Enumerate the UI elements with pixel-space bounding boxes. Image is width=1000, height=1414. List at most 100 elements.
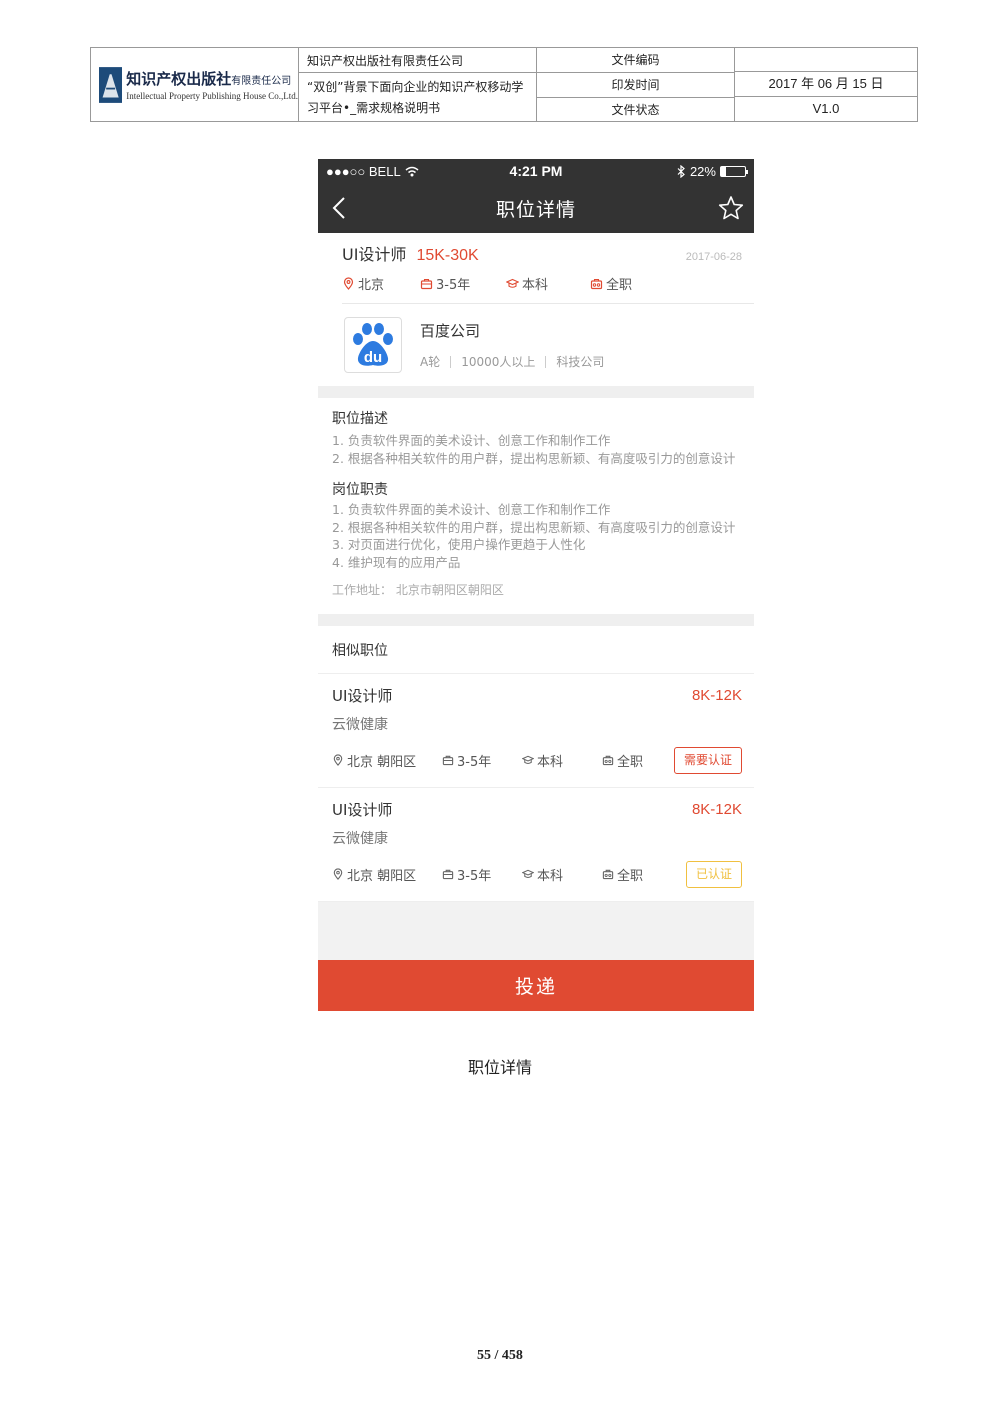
- nav-title: 职位详情: [495, 198, 576, 221]
- company-meta: A轮 10000人以上 科技公司: [420, 353, 604, 370]
- duties-title: 岗位职责: [332, 482, 388, 498]
- tag-city: 北京: [342, 274, 420, 293]
- location-pin-icon: [343, 276, 354, 290]
- job-post-date: 2017-06-28: [685, 251, 742, 263]
- job-title: UI设计师: [342, 245, 407, 264]
- duty-line: 4. 维护现有的应用产品: [332, 554, 461, 570]
- svg-text:du: du: [364, 349, 382, 366]
- description-title: 职位描述: [332, 411, 388, 427]
- document-header-table: 知识产权出版社有限责任公司 Intellectual Property Publ…: [90, 47, 918, 122]
- similar-tag-experience: 3-5年: [442, 865, 522, 884]
- carrier-signal: ●●●○○ BELL: [326, 163, 401, 179]
- label-doc-code: 文件编码: [537, 48, 734, 73]
- separator: [545, 355, 547, 368]
- tag-education: 本科: [506, 274, 590, 293]
- similar-job-title: UI设计师: [332, 686, 393, 705]
- page-number: 55 / 458: [477, 1348, 523, 1363]
- similar-experience-label: 3-5年: [457, 754, 492, 770]
- similar-tag-location: 北京 朝阳区: [332, 751, 442, 770]
- certification-required-badge[interactable]: 需要认证: [673, 746, 742, 774]
- similar-job-item[interactable]: UI设计师 8K-12K 云微健康 北京 朝阳区 3-5年 本科 全职 需要认证: [318, 674, 754, 788]
- similar-location-label: 北京 朝阳区: [347, 868, 417, 884]
- job-salary: 15K-30K: [416, 247, 479, 264]
- graduation-cap-icon: [506, 278, 519, 288]
- favorite-star-icon[interactable]: [718, 195, 744, 221]
- similar-education-label: 本科: [537, 754, 564, 770]
- baidu-paw-logo-icon: du: [353, 323, 393, 366]
- job-description-section: 职位描述 1. 负责软件界面的美术设计、创意工作和制作工作 2. 根据各种相关软…: [318, 398, 754, 614]
- tag-type: 全职: [590, 274, 632, 293]
- similar-job-item[interactable]: UI设计师 8K-12K 云微健康 北京 朝阳区 3-5年 本科 全职 已认证: [318, 788, 754, 902]
- similar-job-company: 云微健康: [332, 831, 388, 847]
- nav-bar: 职位详情: [318, 183, 754, 233]
- description-line: 2. 根据各种相关软件的用户群，提出构思新颖、有高度吸引力的创意设计: [332, 450, 736, 466]
- label-doc-status: 文件状态: [611, 103, 660, 117]
- similar-experience-label: 3-5年: [457, 868, 492, 884]
- status-bar: ●●●○○ BELL 4:21 PM 22%: [318, 159, 754, 183]
- location-pin-icon: [333, 754, 343, 766]
- battery-level: [720, 166, 727, 176]
- section-gap: [318, 614, 754, 626]
- value-doc-code: [735, 48, 917, 72]
- company-stage: A轮: [420, 355, 441, 369]
- section-gap: [318, 386, 754, 398]
- similar-tag-location: 北京 朝阳区: [332, 865, 442, 884]
- work-bag-icon: [602, 869, 614, 880]
- similar-tag-type: 全职: [602, 865, 643, 884]
- work-bag-icon: [602, 755, 614, 766]
- tag-type-label: 全职: [606, 277, 633, 293]
- company-card[interactable]: du 百度公司 A轮 10000人以上 科技公司: [318, 304, 754, 386]
- separator: [450, 355, 452, 368]
- wifi-icon: [405, 166, 419, 176]
- similar-jobs-title: 相似职位: [318, 626, 754, 674]
- logo-english-name: Intellectual Property Publishing House C…: [126, 91, 298, 101]
- work-bag-icon: [590, 278, 603, 289]
- duty-line: 1. 负责软件界面的美术设计、创意工作和制作工作: [332, 502, 611, 517]
- duty-line: 3. 对页面进行优化，使用户操作更趋于人性化: [332, 537, 586, 552]
- header-doc-title: “双创”背景下面向企业的知识产权移动学习平台•_需求规格说明书: [307, 80, 524, 115]
- header-company-name: 知识产权出版社有限责任公司: [299, 48, 536, 73]
- company-name: 百度公司: [420, 322, 481, 340]
- logo-chinese-name: 知识产权出版社: [126, 70, 232, 88]
- back-arrow-icon[interactable]: [328, 195, 352, 221]
- publisher-emblem-icon: [99, 66, 123, 103]
- tag-experience: 3-5年: [420, 274, 506, 293]
- value-issue-date: 2017 年 06 月 15 日: [735, 72, 917, 97]
- similar-education-label: 本科: [537, 868, 564, 884]
- company-size: 10000人以上: [461, 355, 536, 369]
- figure-caption: 职位详情: [467, 1058, 532, 1077]
- briefcase-icon: [420, 278, 433, 289]
- logo-chinese-suffix: 有限责任公司: [231, 76, 292, 87]
- graduation-cap-icon: [522, 755, 534, 764]
- bluetooth-icon: [677, 164, 685, 178]
- similar-location-label: 北京 朝阳区: [347, 754, 417, 770]
- job-tags: 北京 3-5年 本科 全职: [342, 267, 742, 299]
- similar-tag-type: 全职: [602, 751, 643, 770]
- duty-line: 2. 根据各种相关软件的用户群，提出构思新颖、有高度吸引力的创意设计: [332, 519, 736, 535]
- similar-job-title: UI设计师: [332, 800, 393, 819]
- similar-job-salary: 8K-12K: [691, 686, 742, 704]
- similar-tag-education: 本科: [522, 865, 602, 884]
- certified-badge[interactable]: 已认证: [685, 860, 742, 888]
- bottom-spacer: [318, 902, 754, 960]
- tag-experience-label: 3-5年: [436, 277, 471, 293]
- briefcase-icon: [442, 755, 454, 766]
- status-time: 4:21 PM: [509, 163, 563, 179]
- similar-tag-education: 本科: [522, 751, 602, 770]
- similar-type-label: 全职: [617, 868, 644, 884]
- graduation-cap-icon: [522, 869, 534, 878]
- similar-type-label: 全职: [617, 754, 644, 770]
- job-header: UI设计师 15K-30K 2017-06-28 北京 3-5年 本科 全职: [318, 233, 754, 299]
- phone-screen: ●●●○○ BELL 4:21 PM 22% 职位详情 UI设计师 15K-30…: [318, 159, 754, 1045]
- description-line: 1. 负责软件界面的美术设计、创意工作和制作工作: [332, 433, 611, 448]
- tag-city-label: 北京: [358, 277, 385, 293]
- similar-job-salary: 8K-12K: [691, 800, 742, 818]
- battery-percent: 22%: [689, 163, 716, 179]
- briefcase-icon: [442, 869, 454, 880]
- battery-icon: [719, 165, 748, 177]
- label-issue-date: 印发时间: [537, 73, 734, 98]
- work-address: 工作地址： 北京市朝阳区朝阳区: [332, 583, 504, 597]
- company-industry: 科技公司: [556, 355, 605, 369]
- submit-application-button[interactable]: 投递: [318, 960, 754, 1011]
- similar-tag-experience: 3-5年: [442, 751, 522, 770]
